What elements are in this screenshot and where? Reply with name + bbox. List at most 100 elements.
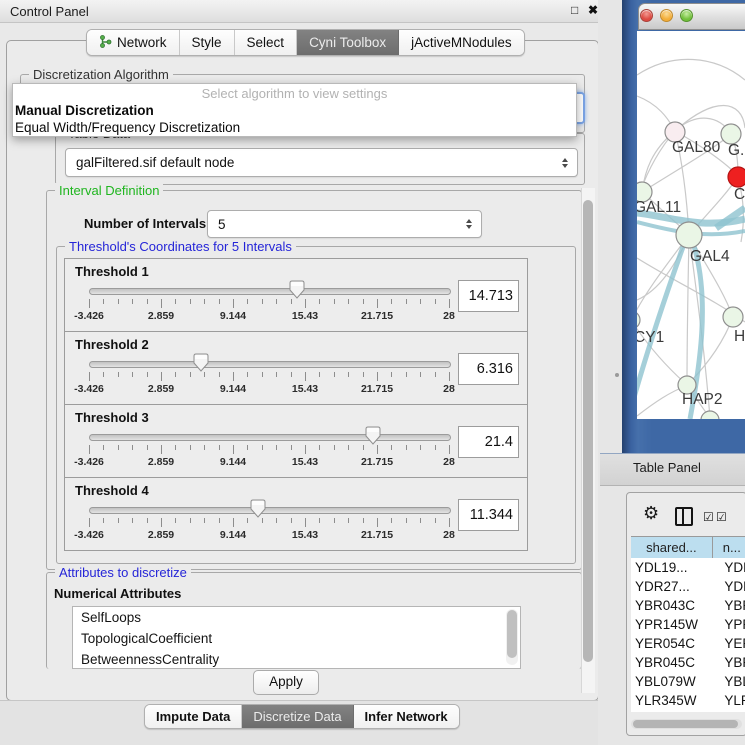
traffic-light-minimize[interactable] <box>660 9 673 22</box>
panel-scrollbar-thumb[interactable] <box>583 200 593 662</box>
tab-style[interactable]: Style <box>180 30 235 55</box>
cell-name: YDR27... <box>718 577 745 596</box>
attribute-items: SelfLoopsTopologicalCoefficientBetweenne… <box>73 607 520 669</box>
table-rows: YDL19...YDL19...YDR27...YDR27...YBR043CY… <box>631 558 745 712</box>
table-row[interactable]: YDR27...YDR27... <box>631 577 745 596</box>
threshold-slider[interactable]: -3.4262.8599.14415.4321.71528 <box>89 352 451 400</box>
threshold-label: Threshold 1 <box>75 264 149 279</box>
number-of-intervals-label: Number of Intervals <box>84 216 206 231</box>
slider-track[interactable] <box>89 288 451 295</box>
network-view[interactable]: GAL80G.CGAL11GAL4GCY1HHAP2 <box>637 31 745 419</box>
table-row[interactable]: YBR043CYBR043C <box>631 596 745 615</box>
tab-label: Impute Data <box>156 709 230 724</box>
tab-bar: Network StyleSelect Cyni Toolbox jActiveMNo… <box>86 29 525 56</box>
control-panel: Control Panel □ ✖ NetworkStyleSelectCyni… <box>0 0 600 745</box>
threshold-slider[interactable]: -3.4262.8599.14415.4321.71528 <box>89 279 451 327</box>
combo-stepper-icon <box>562 158 568 168</box>
split-divider-handle[interactable] <box>615 373 619 377</box>
table-row[interactable]: YPR145WYPR145W <box>631 615 745 634</box>
table-row[interactable]: YER054CYER054C <box>631 634 745 653</box>
threshold-row-4: Threshold 4-3.4262.8599.14415.4321.71528… <box>64 477 528 551</box>
tab-select[interactable]: Select <box>235 30 298 55</box>
list-item-betweennesscentrality[interactable]: BetweennessCentrality <box>73 649 520 669</box>
close-icon[interactable]: ✖ <box>588 3 598 17</box>
table-row[interactable]: YBR045CYBR045C <box>631 653 745 672</box>
slider-ticks <box>89 445 449 455</box>
numerical-attributes-heading: Numerical Attributes <box>54 586 181 601</box>
split-column-icon[interactable] <box>675 507 693 526</box>
group-title: Interval Definition <box>55 183 163 198</box>
slider-thumb[interactable] <box>289 280 305 300</box>
table-hscrollbar[interactable] <box>631 719 742 729</box>
popup-item-equal-width-frequency-discretization[interactable]: Equal Width/Frequency Discretization <box>13 119 576 136</box>
network-node-gcy1[interactable] <box>637 311 640 329</box>
network-node-gal4[interactable] <box>676 222 702 248</box>
popup-item-manual-discretization[interactable]: Manual Discretization <box>13 102 576 119</box>
checkbox-icon[interactable]: ☑ <box>703 510 714 524</box>
column-header-shared[interactable]: shared... <box>631 537 713 559</box>
table-row[interactable]: YLR345WYLR345W <box>631 691 745 710</box>
tab-cyni-toolbox[interactable]: Cyni Toolbox <box>297 30 399 55</box>
slider-tick-labels: -3.4262.8599.14415.4321.71528 <box>89 529 449 541</box>
table-row[interactable]: YBL079WYBL079W <box>631 672 745 691</box>
table-hscrollbar-thumb[interactable] <box>633 720 738 728</box>
tab-infer-network[interactable]: Infer Network <box>354 705 459 728</box>
node-label-gcy1: GCY1 <box>637 329 664 346</box>
panel-scrollbar[interactable] <box>581 188 595 693</box>
table-data-combo[interactable]: galFiltered.sif default node <box>65 148 578 177</box>
table-row[interactable]: YDL19...YDL19... <box>631 558 745 577</box>
threshold-slider[interactable]: -3.4262.8599.14415.4321.71528 <box>89 498 451 546</box>
threshold-value-field[interactable]: 21.4 <box>458 426 519 458</box>
tab-discretize-data[interactable]: Discretize Data <box>242 705 353 728</box>
slider-track[interactable] <box>89 361 451 368</box>
float-window-icon[interactable]: □ <box>571 3 578 17</box>
cell-shared-name: YBR045C <box>631 653 718 672</box>
cell-shared-name: YPR145W <box>631 615 718 634</box>
slider-track[interactable] <box>89 434 451 441</box>
tab-label: Cyni Toolbox <box>309 35 386 50</box>
slider-tick-labels: -3.4262.8599.14415.4321.71528 <box>89 383 449 395</box>
table-panel-title: Table Panel <box>633 460 701 475</box>
cell-name: YBR043C <box>718 596 745 615</box>
threshold-value-field[interactable]: 6.316 <box>458 353 519 385</box>
threshold-value-field[interactable]: 11.344 <box>458 499 519 531</box>
gear-icon[interactable]: ⚙ <box>643 503 659 524</box>
checkbox-icon[interactable]: ☑ <box>716 510 727 524</box>
network-node-c[interactable] <box>728 167 745 187</box>
list-item-topologicalcoefficient[interactable]: TopologicalCoefficient <box>73 628 520 649</box>
traffic-light-close[interactable] <box>640 9 653 22</box>
tab-jactivemnodules[interactable]: jActiveMNodules <box>399 30 524 55</box>
network-node-h[interactable] <box>723 307 743 327</box>
bottom-tab-bar: Impute Data Discretize DataInfer Network <box>144 704 460 729</box>
slider-thumb[interactable] <box>365 426 381 446</box>
list-scrollbar-thumb[interactable] <box>507 610 517 658</box>
apply-button[interactable]: Apply <box>253 670 319 695</box>
numerical-attributes-list[interactable]: SelfLoopsTopologicalCoefficientBetweenne… <box>72 606 521 669</box>
tab-label: jActiveMNodules <box>411 35 512 50</box>
cell-shared-name: YBR043C <box>631 596 718 615</box>
tab-network[interactable]: Network <box>87 30 180 55</box>
cell-name: YPR145W <box>718 615 745 634</box>
number-of-intervals-combo[interactable]: 5 <box>207 210 482 238</box>
threshold-slider[interactable]: -3.4262.8599.14415.4321.71528 <box>89 425 451 473</box>
threshold-value-field[interactable]: 14.713 <box>458 280 519 312</box>
cell-shared-name: YER054C <box>631 634 718 653</box>
slider-thumb[interactable] <box>193 353 209 373</box>
slider-track[interactable] <box>89 507 451 514</box>
cell-shared-name: YLR345W <box>631 691 718 710</box>
combo-stepper-icon <box>466 219 472 229</box>
tab-impute-data[interactable]: Impute Data <box>145 705 242 728</box>
table-data-group: Table Data galFiltered.sif default node <box>55 133 585 185</box>
traffic-light-zoom[interactable] <box>680 9 693 22</box>
column-header-n[interactable]: n... <box>713 537 745 559</box>
threshold-label: Threshold 2 <box>75 337 149 352</box>
list-scrollbar[interactable] <box>506 609 518 665</box>
network-node[interactable] <box>701 411 719 419</box>
slider-thumb[interactable] <box>250 499 266 519</box>
tab-label: Network <box>117 35 167 50</box>
list-item-selfloops[interactable]: SelfLoops <box>73 607 520 628</box>
threshold-label: Threshold 3 <box>75 410 149 425</box>
screen: Control Panel □ ✖ NetworkStyleSelectCyni… <box>0 0 745 745</box>
table-row[interactable]: YIL052CYIL052C <box>631 710 745 712</box>
network-node-g[interactable] <box>721 124 741 144</box>
